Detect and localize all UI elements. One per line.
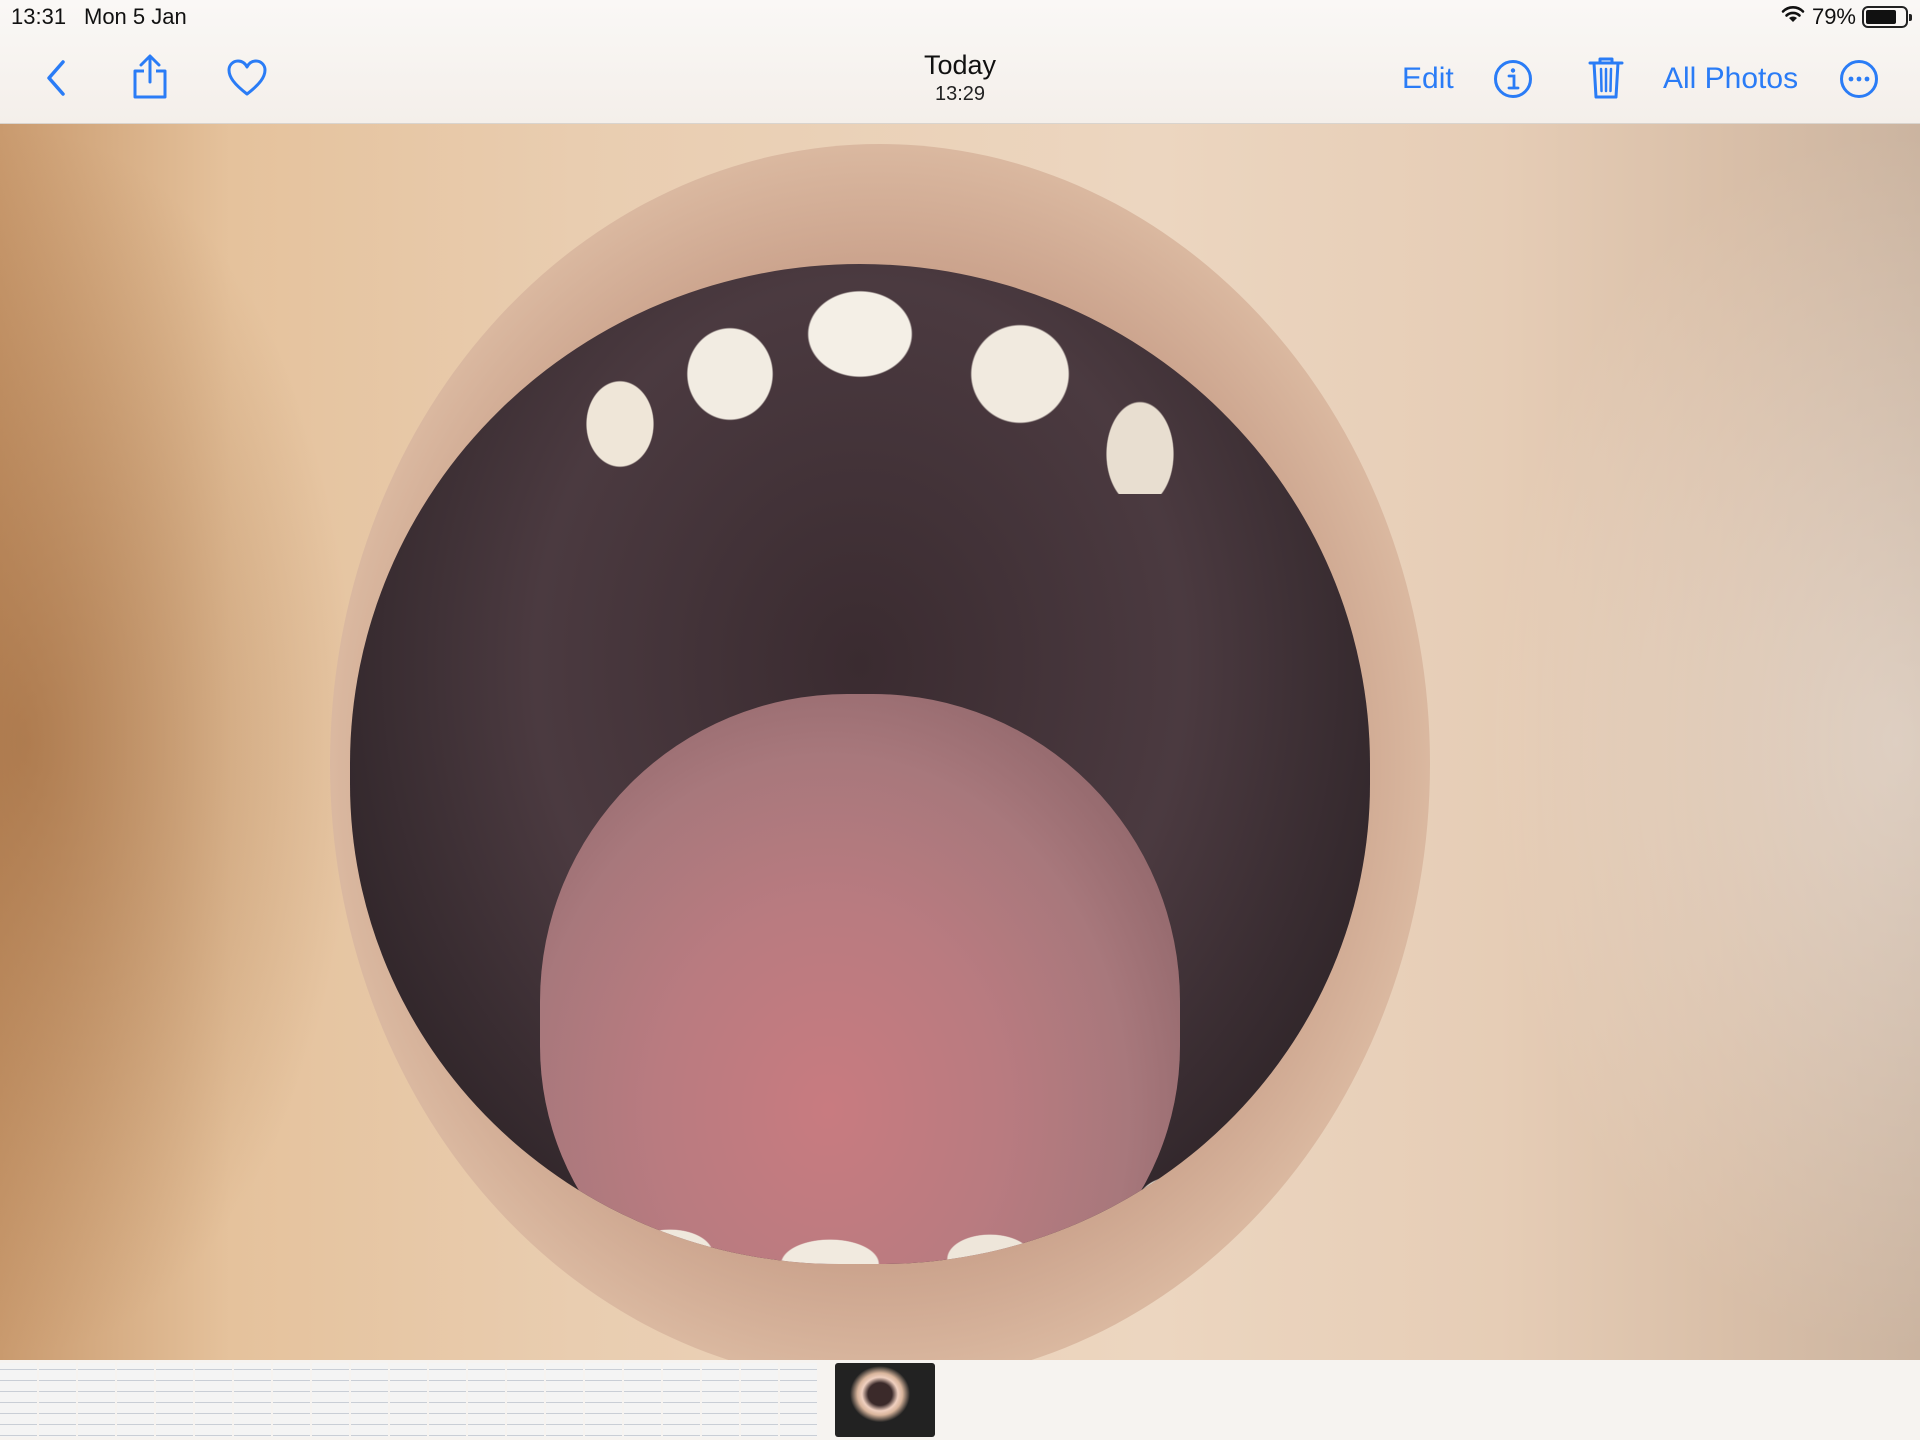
- heart-icon: [226, 59, 268, 97]
- photo-date-title: Today: [923, 50, 997, 80]
- photo-viewer[interactable]: [0, 124, 1920, 1360]
- info-icon: [1493, 59, 1533, 99]
- thumbnail[interactable]: [663, 1363, 700, 1437]
- thumbnail[interactable]: [468, 1363, 505, 1437]
- battery-cap: [1909, 14, 1912, 21]
- thumbnail[interactable]: [312, 1363, 349, 1437]
- favorite-button[interactable]: [224, 58, 270, 98]
- thumbnail-filmstrip[interactable]: [0, 1360, 1920, 1440]
- thumbnail[interactable]: [234, 1363, 271, 1437]
- thumbnail[interactable]: [195, 1363, 232, 1437]
- thumbnail[interactable]: [390, 1363, 427, 1437]
- thumbnail[interactable]: [39, 1363, 76, 1437]
- thumbnail[interactable]: [78, 1363, 115, 1437]
- status-right: 79%: [1780, 4, 1912, 30]
- thumbnail[interactable]: [780, 1363, 817, 1437]
- photo-shading-left: [0, 124, 360, 1360]
- wifi-icon: [1780, 4, 1806, 30]
- trash-icon: [1588, 56, 1624, 100]
- thumbnail[interactable]: [546, 1363, 583, 1437]
- photo-lower-teeth: [390, 1044, 1330, 1264]
- battery-icon: [1862, 6, 1912, 28]
- share-icon: [131, 54, 169, 100]
- thumbnail[interactable]: [429, 1363, 466, 1437]
- photo-nav-bar: Today 13:29 Edit All Photos: [0, 34, 1920, 124]
- edit-button[interactable]: Edit: [1402, 62, 1454, 96]
- info-button[interactable]: [1492, 58, 1534, 100]
- more-button[interactable]: [1838, 58, 1880, 100]
- photo-mouth: [350, 264, 1370, 1264]
- thumbnail[interactable]: [273, 1363, 310, 1437]
- battery-level: [1866, 10, 1897, 24]
- top-bar: 13:31 Mon 5 Jan 79% Today 13:29 Edit All…: [0, 0, 1920, 124]
- status-bar: 13:31 Mon 5 Jan 79%: [0, 0, 1920, 34]
- photo-title: Today 13:29: [860, 50, 1060, 106]
- thumbnail[interactable]: [117, 1363, 154, 1437]
- status-date: Mon 5 Jan: [84, 4, 187, 29]
- battery-percent: 79%: [1811, 4, 1856, 29]
- photo-upper-teeth: [500, 264, 1220, 494]
- back-button[interactable]: [38, 56, 74, 100]
- share-button[interactable]: [128, 52, 172, 102]
- delete-button[interactable]: [1586, 54, 1626, 102]
- thumbnail-current[interactable]: [835, 1363, 935, 1437]
- thumbnail[interactable]: [156, 1363, 193, 1437]
- thumbnail[interactable]: [741, 1363, 778, 1437]
- thumbnail[interactable]: [624, 1363, 661, 1437]
- thumbnail[interactable]: [585, 1363, 622, 1437]
- thumbnail[interactable]: [351, 1363, 388, 1437]
- photo-shading-right: [1480, 124, 1920, 1360]
- ellipsis-circle-icon: [1839, 59, 1879, 99]
- thumbnail[interactable]: [507, 1363, 544, 1437]
- chevron-left-icon: [45, 59, 67, 97]
- thumbnail[interactable]: [702, 1363, 739, 1437]
- thumbnail[interactable]: [0, 1363, 37, 1437]
- status-time: 13:31: [11, 4, 67, 29]
- all-photos-button[interactable]: All Photos: [1663, 62, 1798, 96]
- photo-time: 13:29: [934, 83, 986, 105]
